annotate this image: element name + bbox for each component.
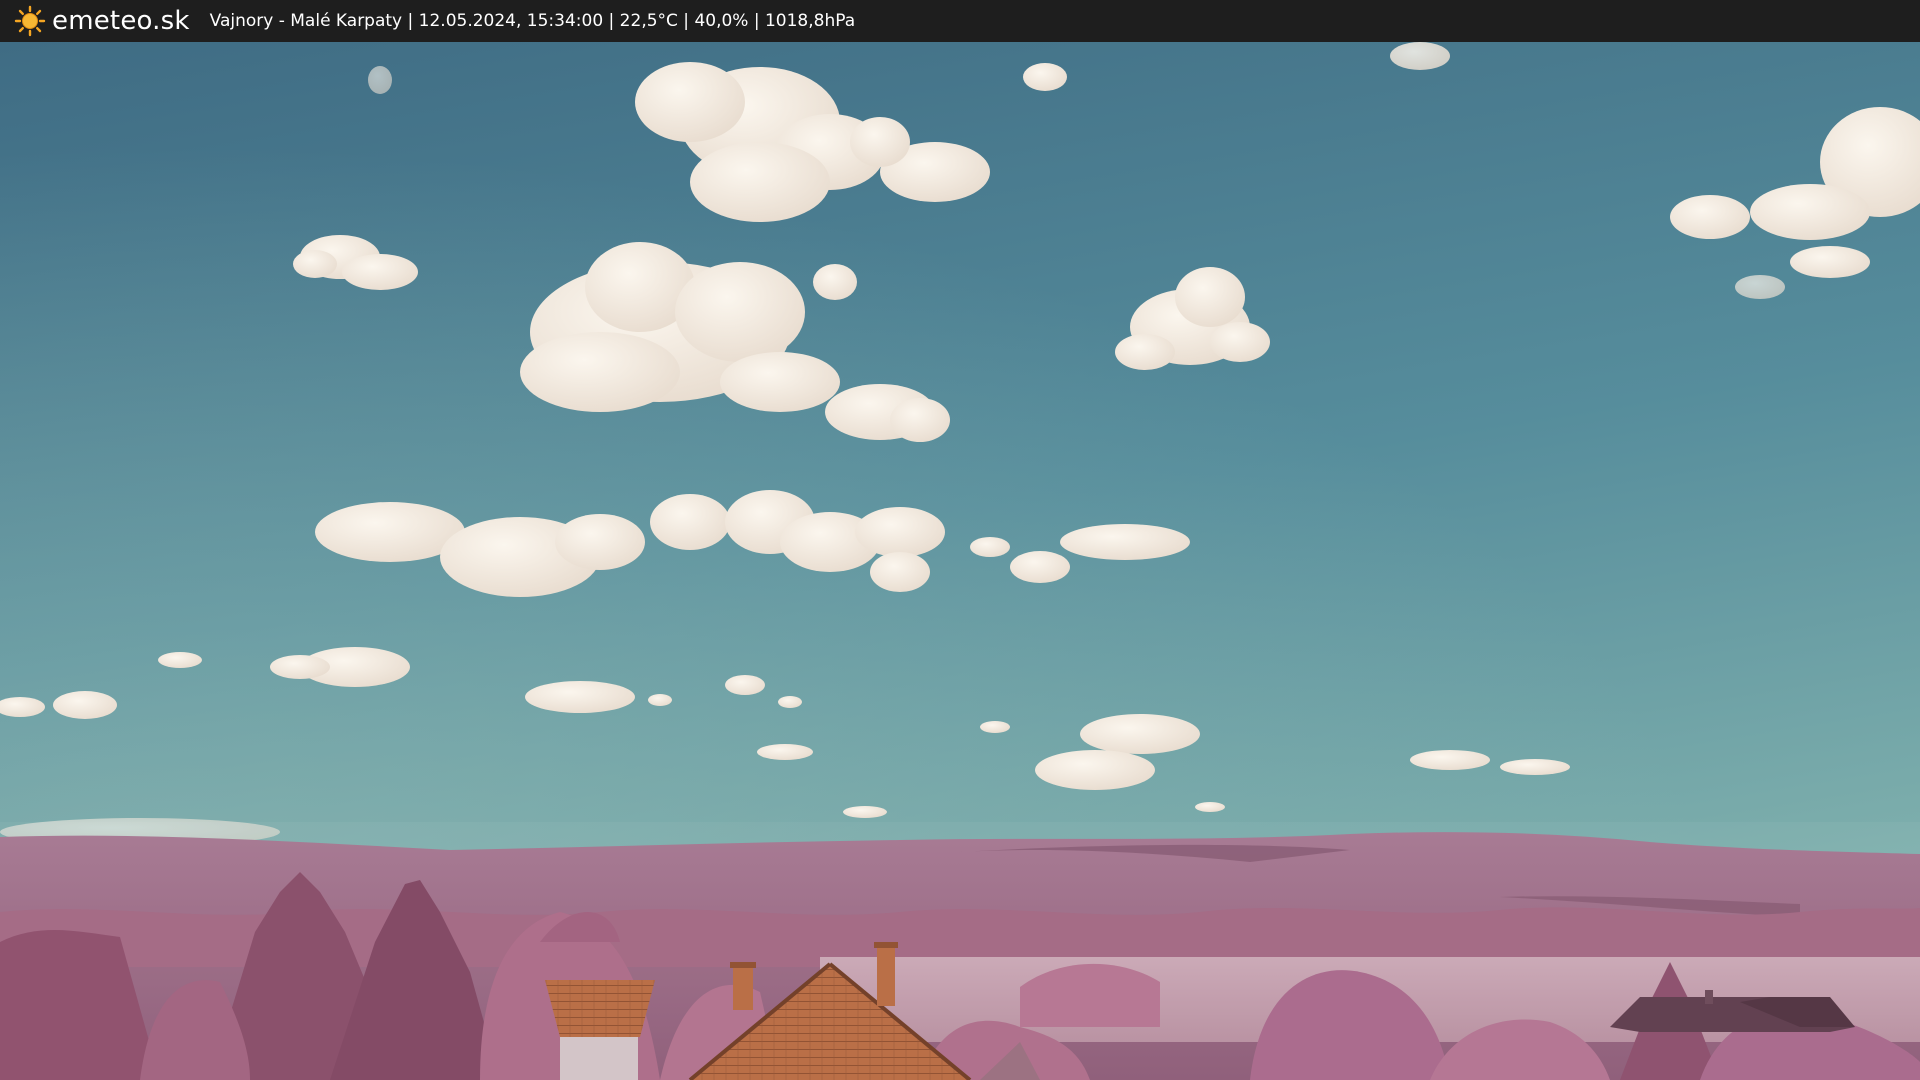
sun-icon <box>14 5 46 37</box>
logo[interactable]: emeteo.sk <box>14 0 190 42</box>
weather-info-text: Vajnory - Malé Karpaty | 12.05.2024, 15:… <box>209 11 856 31</box>
webcam-image <box>0 42 1920 1080</box>
webcam-frame: emeteo.sk Vajnory - Malé Karpaty | 12.05… <box>0 0 1920 1080</box>
header-bar: emeteo.sk Vajnory - Malé Karpaty | 12.05… <box>0 0 1920 42</box>
brand-name: emeteo.sk <box>52 6 190 36</box>
